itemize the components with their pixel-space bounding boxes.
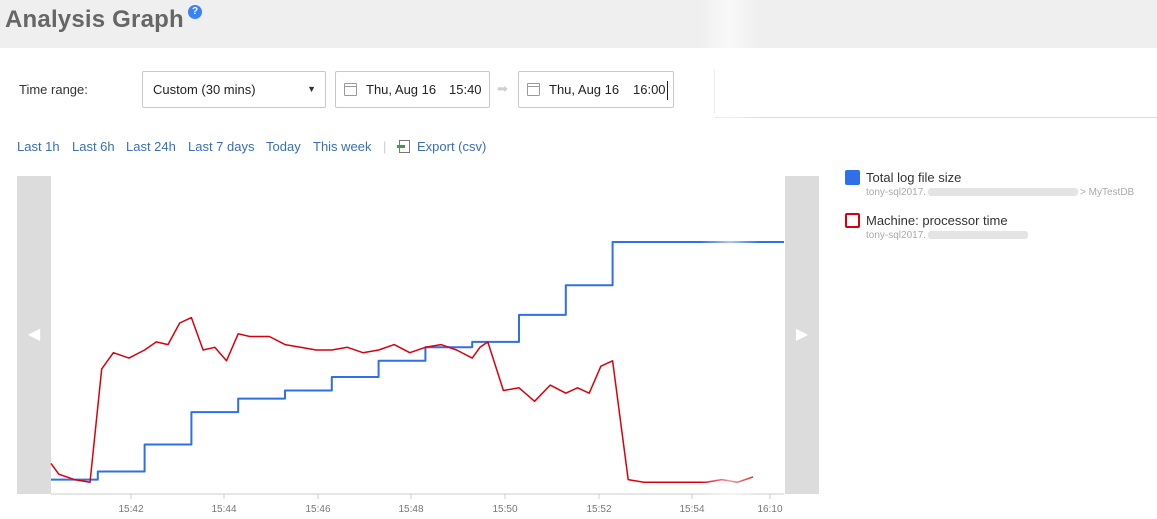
time-range-controls: Time range: Custom (30 mins) ▼ Thu, Aug … bbox=[0, 60, 1157, 118]
legend-source: tony-sql2017. > MyTestDB bbox=[866, 187, 1135, 198]
divider bbox=[714, 69, 715, 113]
start-time: 15:40 bbox=[449, 82, 482, 97]
chevron-down-icon: ▼ bbox=[307, 84, 316, 94]
x-tick-label: 15:54 bbox=[679, 504, 704, 515]
legend-source: tony-sql2017. bbox=[866, 230, 1030, 241]
end-datetime-field[interactable]: Thu, Aug 16 16:00 bbox=[518, 71, 674, 108]
x-tick-label: 15:50 bbox=[492, 504, 517, 515]
help-icon[interactable]: ? bbox=[188, 5, 202, 19]
time-range-label: Time range: bbox=[19, 82, 88, 97]
x-tick-label: 15:42 bbox=[118, 504, 143, 515]
divider bbox=[715, 117, 1157, 118]
quick-link-last-6h[interactable]: Last 6h bbox=[72, 139, 115, 154]
start-datetime-field[interactable]: Thu, Aug 16 15:40 bbox=[335, 71, 490, 108]
x-tick-label: 15:44 bbox=[211, 504, 236, 515]
end-time: 16:00 bbox=[633, 82, 666, 97]
legend-label: Total log file size bbox=[866, 170, 962, 185]
arrow-right-icon: ➡ bbox=[497, 81, 508, 96]
x-tick-label: 16:10 bbox=[757, 504, 782, 515]
start-date: Thu, Aug 16 bbox=[366, 82, 437, 97]
quick-link-last-1h[interactable]: Last 1h bbox=[17, 139, 60, 154]
legend-label: Machine: processor time bbox=[866, 213, 1008, 228]
x-tick-label: 15:48 bbox=[398, 504, 423, 515]
text-cursor bbox=[667, 81, 668, 100]
series-line-log-file-size bbox=[51, 241, 784, 481]
export-icon[interactable] bbox=[397, 140, 410, 153]
export-csv-link[interactable]: Export (csv) bbox=[417, 139, 486, 154]
calendar-icon bbox=[527, 83, 540, 96]
link-separator: | bbox=[383, 139, 387, 154]
page-title: Analysis Graph bbox=[5, 6, 184, 33]
quick-link-last-7-days[interactable]: Last 7 days bbox=[188, 139, 255, 154]
chart-area: ◀ ▶ 15:42 15:44 15:46 15:48 15:50 15:52 15:54 1… bbox=[17, 176, 819, 515]
x-tick-label: 15:52 bbox=[586, 504, 611, 515]
end-date: Thu, Aug 16 bbox=[549, 82, 620, 97]
quick-link-last-24h[interactable]: Last 24h bbox=[126, 139, 176, 154]
series-line-processor-time bbox=[50, 316, 754, 484]
time-range-select-value: Custom (30 mins) bbox=[153, 82, 256, 97]
x-tick-label: 15:46 bbox=[305, 504, 330, 515]
time-range-select[interactable]: Custom (30 mins) ▼ bbox=[142, 71, 326, 108]
page-header: Analysis Graph ? bbox=[0, 0, 1157, 48]
quick-link-today[interactable]: Today bbox=[266, 139, 301, 154]
legend-swatch-red bbox=[845, 213, 860, 228]
legend-swatch-blue bbox=[845, 170, 860, 185]
calendar-icon bbox=[344, 83, 357, 96]
quick-link-this-week[interactable]: This week bbox=[313, 139, 372, 154]
chart-svg: 15:42 15:44 15:46 15:48 15:50 15:52 15:54 16:10 bbox=[50, 241, 784, 515]
